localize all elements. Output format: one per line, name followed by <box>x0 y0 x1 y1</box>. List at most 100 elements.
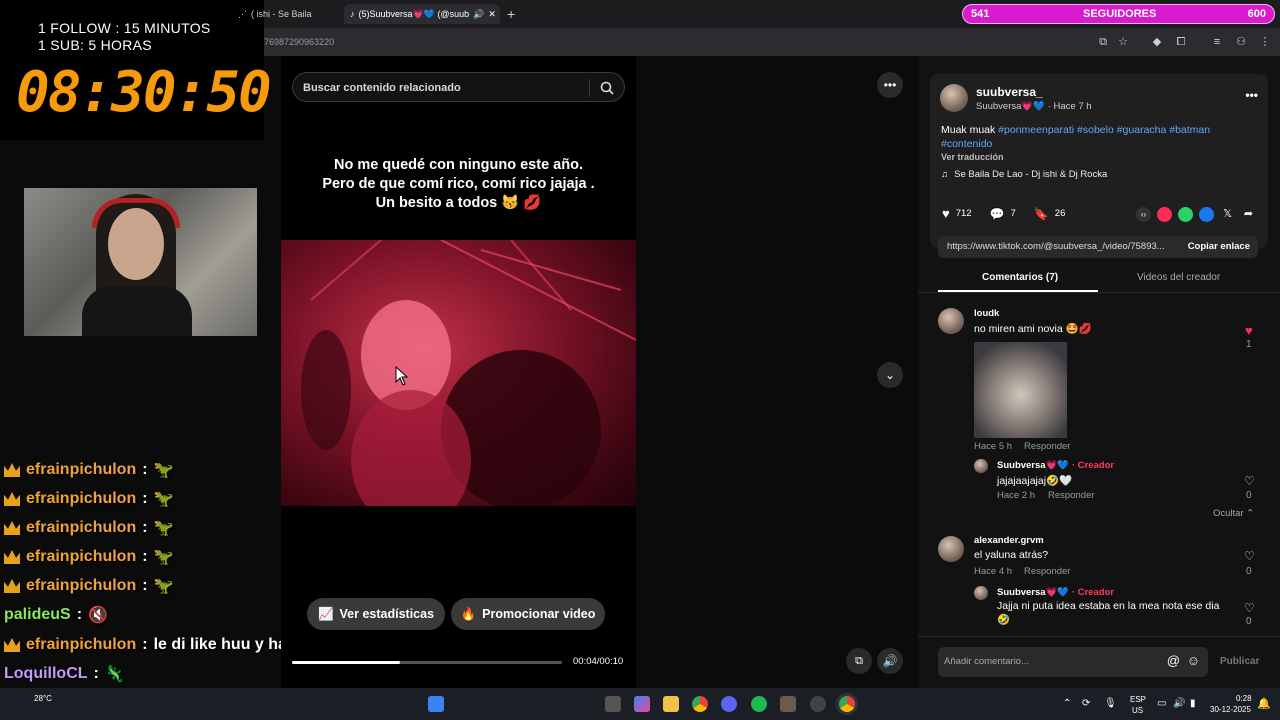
menu-icon[interactable]: ⋮ <box>1258 35 1272 49</box>
audio-icon: 🔊 <box>473 8 485 19</box>
heart-outline-icon[interactable]: ♡ <box>1244 601 1255 615</box>
facebook-icon[interactable] <box>1199 207 1214 222</box>
extensions-icon[interactable]: ⧠ <box>1174 35 1188 49</box>
new-tab-button[interactable]: + <box>507 4 515 24</box>
mention-icon[interactable]: @ <box>1167 653 1180 668</box>
publish-button[interactable]: Publicar <box>1220 656 1259 667</box>
creator-avatar[interactable] <box>974 459 988 473</box>
heart-outline-icon[interactable]: ♡ <box>1244 474 1255 488</box>
chat-text: 🔇 <box>88 607 108 624</box>
view-stats-button[interactable]: 📈 Ver estadísticas <box>307 598 445 630</box>
network-sync-icon[interactable]: ⟳ <box>1082 698 1090 709</box>
reading-list-icon[interactable]: ≡ <box>1210 35 1224 49</box>
hashtags[interactable]: #ponmeenparati #sobelo #guaracha #batman <box>998 124 1210 136</box>
x-icon[interactable]: 𝕏 <box>1220 207 1235 222</box>
reply-link[interactable]: Responder <box>1048 490 1094 501</box>
share-arrow-icon[interactable]: ➦ <box>1241 207 1256 222</box>
commenter-avatar[interactable] <box>938 536 964 562</box>
profile-icon[interactable]: ⚇ <box>1234 35 1248 49</box>
heart-outline-icon[interactable]: ♡ <box>1244 549 1255 563</box>
chat-username[interactable]: efrainpichulon <box>26 636 136 654</box>
chat-username[interactable]: efrainpichulon <box>26 548 136 566</box>
comment-text: el yaluna atrás? <box>974 549 1049 561</box>
chat-username[interactable]: efrainpichulon <box>26 577 136 595</box>
close-icon[interactable]: ✕ <box>488 9 496 20</box>
notification-bell-icon[interactable]: 🔔 <box>1257 697 1271 710</box>
app-icon[interactable] <box>780 696 796 712</box>
picture-in-picture-icon[interactable]: ⧉ <box>846 648 872 674</box>
comment-input[interactable]: Añadir comentario... @ ☺ <box>938 647 1208 677</box>
extension-diamond-icon[interactable]: ◆ <box>1150 35 1164 49</box>
chat-separator: : <box>93 665 99 682</box>
creator-avatar[interactable] <box>974 586 988 600</box>
commenter-avatar[interactable] <box>938 308 964 334</box>
bookmark-icon[interactable]: 🔖 <box>1034 207 1049 221</box>
heart-icon[interactable]: ♥ <box>942 206 950 221</box>
chat-username[interactable]: efrainpichulon <box>26 519 136 537</box>
promote-video-button[interactable]: 🔥 Promocionar video <box>451 598 605 630</box>
author-username[interactable]: suubversa_ <box>976 85 1043 99</box>
clock-time[interactable]: 0:28 <box>1236 694 1252 703</box>
volume-icon[interactable]: 🔊 <box>877 648 903 674</box>
creator-reply-username[interactable]: Suubversa💗💙 · Creador <box>997 460 1114 471</box>
battery-icon[interactable]: ▮ <box>1190 698 1196 709</box>
comment-icon[interactable]: 💬 <box>990 207 1005 221</box>
chat-username[interactable]: LoquilloCL <box>4 665 88 683</box>
browser-tab-active[interactable]: ♪ (5)Suubversa💗💙 (@suub 🔊 ✕ <box>344 4 500 24</box>
creator-reply-username[interactable]: Suubversa💗💙 · Creador <box>997 587 1114 598</box>
hashtag-contenido[interactable]: #contenido <box>941 138 992 150</box>
promote-label: Promocionar video <box>482 607 596 621</box>
comment-image[interactable] <box>974 342 1067 438</box>
hide-replies-button[interactable]: Ocultar ⌃ <box>1213 508 1254 519</box>
chat-username[interactable]: efrainpichulon <box>26 461 136 479</box>
tab-comments[interactable]: Comentarios (7) <box>982 272 1058 283</box>
bookmark-star-icon[interactable]: ☆ <box>1116 35 1130 49</box>
obs-icon[interactable] <box>810 696 826 712</box>
chat-separator: : <box>142 577 148 594</box>
more-options-icon[interactable]: ••• <box>877 72 903 98</box>
spotify-icon[interactable] <box>751 696 767 712</box>
related-search-input[interactable]: Buscar contenido relacionado <box>292 72 625 102</box>
discord-icon[interactable] <box>721 696 737 712</box>
clock-date[interactable]: 30-12-2025 <box>1210 705 1251 714</box>
post-more-icon[interactable]: ••• <box>1245 88 1258 102</box>
reply-text-emoji: 🤣 <box>997 614 1011 626</box>
music-row[interactable]: ♫ Se Baila De Lao - Dj ishi & Dj Rocka <box>941 169 1107 180</box>
microphone-icon[interactable]: 🎙 <box>1104 698 1117 709</box>
file-explorer-icon[interactable] <box>663 696 679 712</box>
emoji-icon[interactable]: ☺ <box>1187 653 1200 668</box>
monitor-icon[interactable]: ▭ <box>1157 698 1166 709</box>
widgets-icon[interactable] <box>428 696 444 712</box>
region-text[interactable]: US <box>1132 706 1143 715</box>
search-icon[interactable] <box>600 81 614 95</box>
repost-icon[interactable] <box>1157 207 1172 222</box>
install-icon[interactable]: ⧉ <box>1096 35 1110 49</box>
chat-username[interactable]: palideuS <box>4 606 71 624</box>
tab-creator-videos[interactable]: Videos del creador <box>1137 272 1220 283</box>
chat-username[interactable]: efrainpichulon <box>26 490 136 508</box>
reply-link[interactable]: Responder <box>1024 441 1070 452</box>
browser-tab[interactable]: ⋰ ( ishi - Se Baila <box>234 4 334 24</box>
copy-link-button[interactable]: Copiar enlace <box>1188 241 1250 252</box>
video-link[interactable]: https://www.tiktok.com/@suubversa_/video… <box>947 241 1179 252</box>
copilot-icon[interactable] <box>634 696 650 712</box>
comment-username[interactable]: alexander.grvm <box>974 535 1044 546</box>
liked-heart-icon[interactable]: ♥ <box>1245 323 1253 338</box>
next-video-chevron-down-icon[interactable]: ⌄ <box>877 362 903 388</box>
chrome-icon[interactable] <box>692 696 708 712</box>
whatsapp-icon[interactable] <box>1178 207 1193 222</box>
reply-link[interactable]: Responder <box>1024 566 1070 577</box>
address-bar[interactable]: 76987290963220 ⧉ ☆ ◆ ⧠ ≡ ⚇ ⋮ <box>264 28 1280 56</box>
video-progress-bar[interactable] <box>292 661 562 664</box>
comment-username[interactable]: loudk <box>974 308 999 319</box>
chevron-up-icon[interactable]: ⌃ <box>1063 698 1071 709</box>
task-view-icon[interactable] <box>605 696 621 712</box>
chrome-active-icon[interactable] <box>839 696 855 712</box>
video-frame[interactable] <box>281 240 636 506</box>
volume-tray-icon[interactable]: 🔊 <box>1173 698 1185 709</box>
url-text[interactable]: 76987290963220 <box>264 37 334 47</box>
author-avatar[interactable] <box>940 84 968 112</box>
see-translation-link[interactable]: Ver traducción <box>941 152 1004 162</box>
embed-icon[interactable]: ‹› <box>1136 207 1151 222</box>
language-text[interactable]: ESP <box>1130 695 1146 704</box>
